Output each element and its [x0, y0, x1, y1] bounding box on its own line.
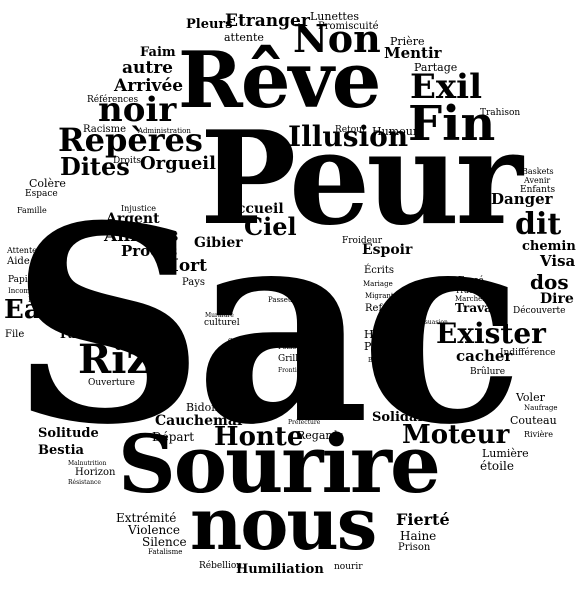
word-composition: Composition — [228, 338, 267, 345]
word-fatalisme: Fatalisme — [148, 548, 183, 556]
word-danger: Danger — [491, 190, 553, 208]
word-decouverte: Découverte — [513, 306, 566, 316]
word-racisme: Racisme — [83, 124, 127, 135]
word-lumiere: Lumière — [482, 447, 529, 460]
word-poisson: Poisson — [278, 343, 305, 351]
word-fierte: Fierté — [396, 510, 450, 529]
word-cauchemar: Cauchemar — [155, 413, 245, 429]
word-fosse: Fossé — [458, 276, 484, 286]
word-mentir: Mentir — [384, 44, 442, 62]
word-trahison: Trahison — [480, 108, 521, 118]
word-partage: Partage — [414, 61, 458, 74]
word-nourrir: nourir — [334, 562, 363, 572]
word-administration: Administration — [138, 127, 191, 135]
word-pays: Pays — [182, 277, 206, 288]
word-voler: Voler — [516, 391, 545, 404]
word-cacher: cacher — [456, 347, 513, 365]
word-moteur: Moteur — [402, 420, 510, 450]
word-resistance: Résistance — [68, 479, 101, 486]
word-regards: Regards — [297, 429, 344, 442]
word-humiliation: Humiliation — [236, 562, 324, 577]
word-exil: Exil — [410, 67, 483, 107]
word-migrants: Migrants — [365, 292, 398, 300]
word-mort: Mort — [160, 256, 207, 276]
word-dos: dos — [530, 270, 569, 294]
word-etranger: Etranger — [225, 11, 310, 31]
word-autre: autre — [122, 58, 173, 78]
word-ciel: Ciel — [244, 212, 297, 241]
word-dire: Dire — [540, 291, 574, 307]
word-fatalite: Fatalité — [60, 327, 112, 341]
word-cloud: Sac Peur Sourire nous Rêve Fin Non Exil … — [0, 0, 580, 610]
word-grille: Grille — [278, 354, 304, 364]
word-limite: Limite — [62, 411, 92, 421]
word-long: Long — [68, 315, 94, 326]
word-papiers: Papiers — [8, 275, 42, 285]
word-culturel: culturel — [204, 318, 240, 328]
word-promiscuite: Promiscuité — [318, 21, 379, 32]
word-frontiere: Frontière — [278, 367, 307, 374]
word-colere: Colère — [29, 177, 66, 190]
word-argent: Argent — [106, 211, 160, 227]
word-ecrits: Écrits — [364, 265, 395, 276]
word-orgueil: Orgueil — [140, 153, 216, 174]
word-passeur: Passeur — [268, 296, 296, 304]
word-couteau: Couteau — [510, 414, 557, 427]
word-solidarite: Solidarité — [372, 410, 444, 425]
word-mal: Mal — [275, 276, 299, 290]
word-prison: Prison — [398, 542, 431, 553]
word-droits: Droits — [113, 156, 142, 166]
word-espace: Espace — [25, 189, 58, 199]
word-bestia: Bestia — [38, 443, 84, 458]
word-bidonville: Bidonville — [368, 357, 399, 364]
word-famille: Famille — [17, 206, 47, 215]
word-traces: Traces — [455, 286, 483, 295]
word-horizon: Horizon — [75, 467, 116, 478]
word-travail: Travail — [455, 301, 502, 315]
word-ouverture: Ouverture — [88, 378, 135, 388]
word-depart: Départ — [152, 430, 195, 444]
word-arrivee: Arrivée — [114, 76, 184, 96]
word-haine: Haine — [400, 529, 437, 543]
word-dissuasion: Dissuasion — [415, 319, 448, 326]
word-silence: Silence — [142, 535, 187, 549]
word-retour: Retour — [335, 125, 367, 135]
word-gibier: Gibier — [194, 235, 243, 251]
word-pleurs: Pleurs — [186, 17, 233, 32]
word-references: Références — [87, 95, 139, 105]
word-faim: Faim — [140, 45, 176, 60]
word-nous: nous — [190, 481, 377, 566]
word-naufrage: Naufrage — [524, 404, 558, 412]
word-riz: Riz — [78, 336, 150, 383]
word-riviere: Rivière — [524, 430, 553, 439]
word-avenir: Avenir — [524, 176, 551, 185]
word-brulure: Brûlure — [470, 367, 506, 377]
word-refoule: Refoulé — [365, 303, 404, 314]
word-file: File — [5, 329, 25, 340]
word-prefecture: Préfecture — [288, 419, 321, 426]
word-baskets: Baskets — [522, 167, 554, 176]
word-solitude: Solitude — [38, 426, 99, 441]
word-exister: Exister — [436, 317, 546, 350]
word-visa: Visa — [540, 252, 576, 270]
word-plage: Plage — [364, 340, 396, 353]
word-espoir: Espoir — [362, 242, 413, 258]
word-mariage: Mariage — [363, 280, 393, 288]
word-enfermement: Enfermement — [28, 296, 77, 304]
word-dit: dit — [515, 207, 562, 242]
word-attente-top: attente — [224, 31, 264, 44]
word-attente-left: Attente — [7, 246, 37, 255]
word-huile: Huile — [364, 328, 395, 341]
word-etoile: étoile — [480, 459, 514, 473]
word-bidon: Bidon — [186, 401, 219, 414]
word-aide: Aide — [7, 256, 30, 267]
word-humour: Humour — [372, 125, 419, 138]
word-incomprehension: Incompréhension — [8, 287, 70, 295]
